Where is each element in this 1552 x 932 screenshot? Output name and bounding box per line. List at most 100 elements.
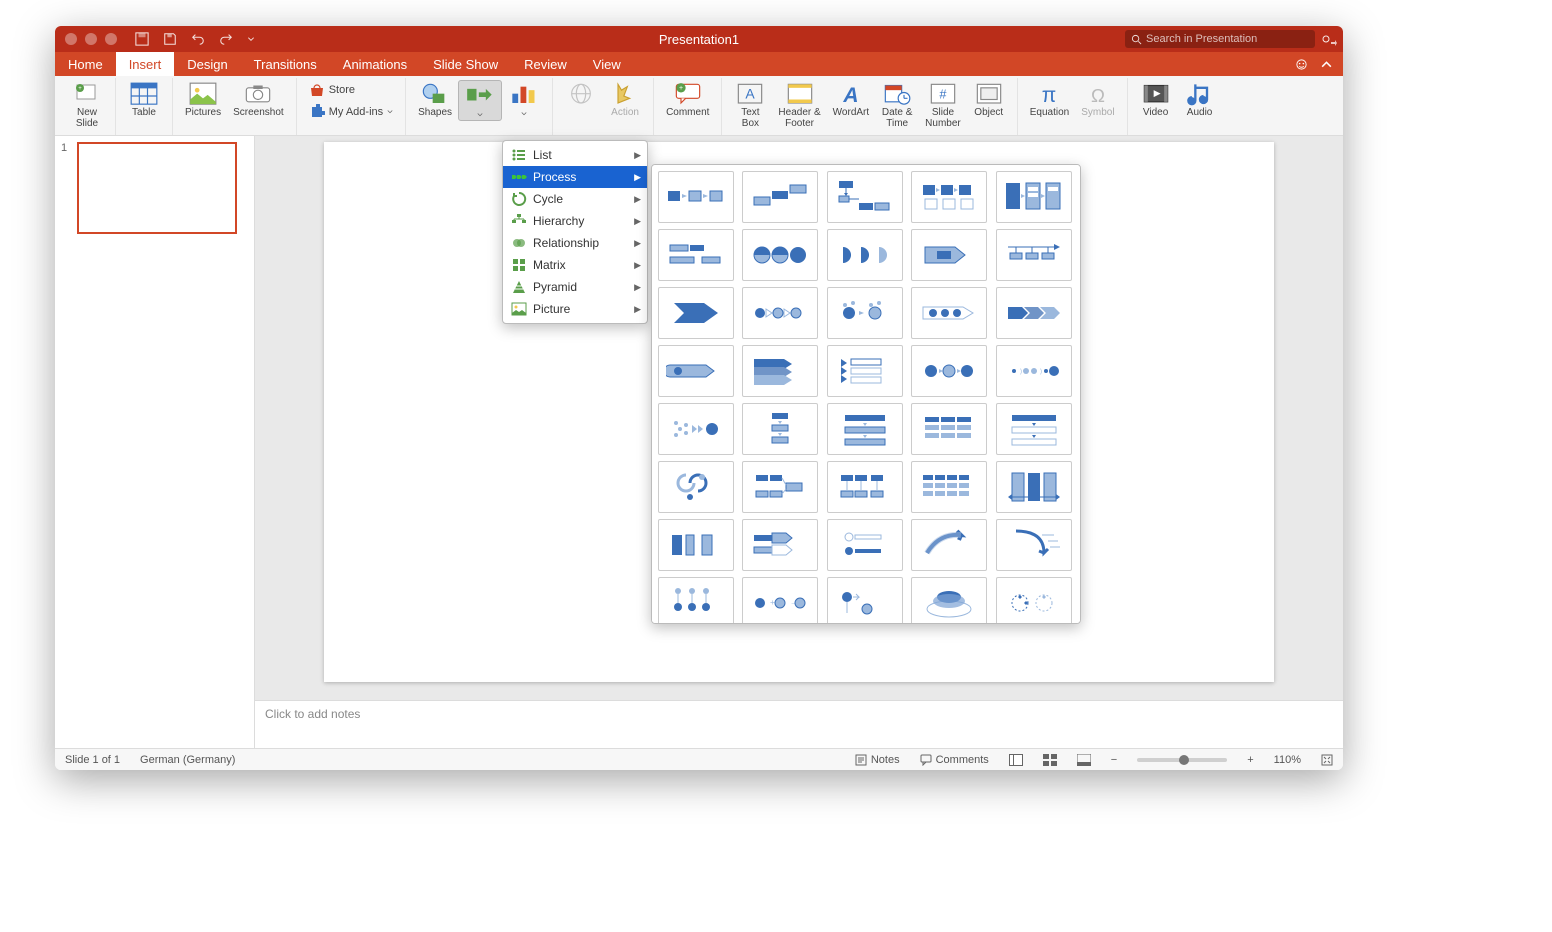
process-option-39[interactable] [911,577,987,624]
process-option-7[interactable] [742,229,818,281]
process-option-36[interactable] [658,577,734,624]
process-option-25[interactable] [996,403,1072,455]
video-button[interactable]: Video [1134,80,1178,120]
new-slide-button[interactable]: + New Slide [65,80,109,131]
search-presentation-box[interactable] [1125,30,1315,48]
slide-sorter-button[interactable] [1043,754,1057,766]
minimize-window-button[interactable] [85,33,97,45]
collapse-ribbon-icon[interactable] [1320,58,1333,71]
process-option-18[interactable] [827,345,903,397]
wordart-button[interactable]: A WordArt [827,80,876,120]
process-option-20[interactable]: )) [996,345,1072,397]
process-option-22[interactable] [742,403,818,455]
undo-icon[interactable] [191,32,205,46]
share-icon[interactable] [1321,32,1337,46]
slide-counter[interactable]: Slide 1 of 1 [65,754,120,766]
tab-design[interactable]: Design [174,52,240,76]
screenshot-button[interactable]: Screenshot [227,80,290,120]
comment-button[interactable]: + Comment [660,80,715,120]
store-button[interactable]: Store [303,80,399,100]
smartart-relationship[interactable]: Relationship▶ [503,232,647,254]
process-option-19[interactable] [911,345,987,397]
smartart-list[interactable]: List▶ [503,144,647,166]
header-footer-button[interactable]: Header & Footer [772,80,826,131]
date-time-button[interactable]: Date & Time [875,80,919,131]
process-option-24[interactable] [911,403,987,455]
zoom-in-button[interactable]: + [1247,754,1253,766]
process-option-17[interactable] [742,345,818,397]
fit-to-window-button[interactable] [1321,754,1333,766]
process-option-8[interactable] [827,229,903,281]
process-option-35[interactable] [996,519,1072,571]
zoom-slider[interactable] [1137,758,1227,762]
zoom-out-button[interactable]: − [1111,754,1117,766]
language-indicator[interactable]: German (Germany) [140,754,235,766]
process-option-30[interactable] [996,461,1072,513]
process-option-21[interactable] [658,403,734,455]
notes-pane[interactable]: Click to add notes [255,700,1343,748]
process-option-32[interactable] [742,519,818,571]
autosave-icon[interactable] [135,32,149,46]
audio-button[interactable]: Audio [1178,80,1222,120]
process-option-26[interactable] [658,461,734,513]
comments-toggle[interactable]: Comments [920,754,989,766]
zoom-level[interactable]: 110% [1274,754,1301,766]
process-option-5[interactable] [996,171,1072,223]
process-option-29[interactable] [911,461,987,513]
process-option-11[interactable] [658,287,734,339]
equation-button[interactable]: π Equation [1024,80,1075,120]
reading-view-button[interactable] [1077,754,1091,766]
notes-toggle[interactable]: Notes [855,754,900,766]
smartart-hierarchy[interactable]: Hierarchy▶ [503,210,647,232]
redo-icon[interactable] [219,32,233,46]
maximize-window-button[interactable] [105,33,117,45]
process-option-6[interactable] [658,229,734,281]
process-option-28[interactable] [827,461,903,513]
search-input[interactable] [1146,33,1309,45]
close-window-button[interactable] [65,33,77,45]
object-button[interactable]: Object [967,80,1011,120]
symbol-button[interactable]: Ω Symbol [1075,80,1120,120]
slide-thumbnail-1[interactable] [77,142,237,234]
save-icon[interactable] [163,32,177,46]
chart-button[interactable] [502,80,546,119]
process-option-16[interactable] [658,345,734,397]
process-option-9[interactable] [911,229,987,281]
smartart-process[interactable]: Process▶ [503,166,647,188]
process-option-1[interactable] [658,171,734,223]
normal-view-button[interactable] [1009,754,1023,766]
process-option-40[interactable] [996,577,1072,624]
process-option-38[interactable] [827,577,903,624]
tab-review[interactable]: Review [511,52,580,76]
tab-home[interactable]: Home [55,52,116,76]
qat-customize-icon[interactable] [247,35,255,43]
process-option-3[interactable] [827,171,903,223]
tab-transitions[interactable]: Transitions [241,52,330,76]
smartart-picture[interactable]: Picture▶ [503,298,647,320]
tab-view[interactable]: View [580,52,634,76]
slide-number-button[interactable]: # Slide Number [919,80,967,131]
table-button[interactable]: Table [122,80,166,120]
process-option-13[interactable] [827,287,903,339]
tab-insert[interactable]: Insert [116,52,175,76]
feedback-icon[interactable] [1295,58,1308,71]
process-option-12[interactable] [742,287,818,339]
tab-slideshow[interactable]: Slide Show [420,52,511,76]
process-option-37[interactable]: +→ [742,577,818,624]
tab-animations[interactable]: Animations [330,52,420,76]
process-option-34[interactable] [911,519,987,571]
process-option-10[interactable] [996,229,1072,281]
smartart-cycle[interactable]: Cycle▶ [503,188,647,210]
process-option-15[interactable] [996,287,1072,339]
my-addins-button[interactable]: My Add-ins [303,102,399,122]
smartart-matrix[interactable]: Matrix▶ [503,254,647,276]
process-option-2[interactable] [742,171,818,223]
smartart-pyramid[interactable]: Pyramid▶ [503,276,647,298]
process-option-31[interactable] [658,519,734,571]
process-option-33[interactable] [827,519,903,571]
process-option-14[interactable] [911,287,987,339]
process-option-27[interactable] [742,461,818,513]
action-button[interactable]: Action [603,80,647,120]
process-option-23[interactable] [827,403,903,455]
pictures-button[interactable]: Pictures [179,80,227,120]
